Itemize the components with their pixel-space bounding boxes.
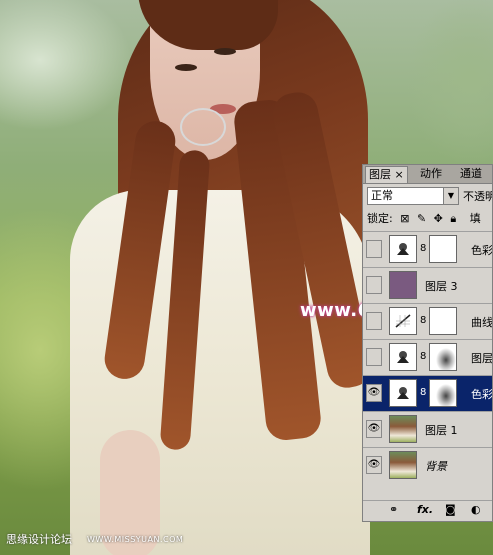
lock-label: 锁定: (367, 212, 393, 225)
layer-name: 色彩 (471, 244, 493, 257)
eye-icon[interactable]: 👁︎ (366, 456, 382, 474)
panel-tabs: 图层 × 动作 通道 (363, 165, 492, 184)
eye-icon[interactable]: 👁︎ (366, 420, 382, 438)
fx-icon[interactable]: fx. (417, 503, 433, 516)
layer-row[interactable]: 👁︎ 图层 1 (363, 411, 492, 447)
photo-thumbnail (389, 451, 417, 479)
layer-row[interactable]: 8 色彩 (363, 231, 493, 267)
adjustment-icon (397, 243, 409, 255)
blend-mode-select[interactable]: 正常 ▼ (367, 187, 459, 205)
layer-name: 色彩 (471, 388, 493, 401)
layer-row[interactable]: 8 曲线 (363, 303, 493, 339)
left-eye (175, 64, 197, 71)
right-eye (214, 48, 236, 55)
layer-row[interactable]: 8 图层 (363, 339, 493, 375)
photo-thumbnail (389, 415, 417, 443)
opacity-label: 不透明 (463, 190, 493, 203)
lock-all-icon[interactable]: 🔒︎ (450, 212, 456, 226)
footer-site-name: 思缘设计论坛 (6, 533, 72, 546)
layer-name: 曲线 (471, 316, 493, 329)
lock-move-icon[interactable]: ✥ (434, 212, 443, 225)
chevron-down-icon[interactable]: ▼ (443, 188, 458, 204)
hoop-earring (180, 108, 226, 146)
tab-layers-label: 图层 (369, 168, 391, 181)
curves-icon (395, 314, 411, 328)
layer-mask-thumbnail[interactable] (429, 235, 457, 263)
layer-name: 图层 3 (425, 280, 458, 293)
adjustment-thumbnail (389, 379, 417, 407)
visibility-toggle[interactable] (366, 348, 382, 366)
layer-mask-thumbnail[interactable] (429, 307, 457, 335)
blend-mode-value: 正常 (371, 189, 393, 202)
layer-name: 图层 1 (425, 424, 458, 437)
mask-icon[interactable]: ◙ (445, 503, 456, 516)
adjustment-thumbnail (389, 343, 417, 371)
link-icon[interactable]: ⚭ (389, 503, 398, 516)
adjustment-icon (397, 387, 409, 399)
chain-link-icon[interactable]: 8 (420, 243, 426, 254)
adjustment-icon (397, 351, 409, 363)
footer-url: WWW.MISSYUAN.COM (87, 535, 184, 544)
fill-label: 填 (469, 212, 481, 225)
chain-link-icon[interactable]: 8 (420, 387, 426, 398)
layer-row[interactable]: 👁︎ 背景 (363, 447, 492, 483)
tab-channels[interactable]: 通道 (457, 166, 485, 182)
lock-transparent-icon[interactable]: ⊠ (400, 212, 409, 225)
curves-thumbnail (389, 307, 417, 335)
layers-panel: 图层 × 动作 通道 正常 ▼ 不透明 锁定: ⊠ ✎ ✥ 🔒︎ 填 8 色彩 (362, 164, 493, 522)
lock-brush-icon[interactable]: ✎ (417, 212, 426, 225)
chain-link-icon[interactable]: 8 (420, 315, 426, 326)
visibility-toggle[interactable] (366, 312, 382, 330)
close-icon[interactable]: × (395, 168, 404, 181)
visibility-toggle[interactable] (366, 276, 382, 294)
fill-thumbnail (389, 271, 417, 299)
chain-link-icon[interactable]: 8 (420, 351, 426, 362)
layer-row-selected[interactable]: 👁︎ 8 色彩 (363, 375, 493, 411)
visibility-toggle[interactable] (366, 240, 382, 258)
layer-name: 图层 (471, 352, 493, 365)
eye-icon[interactable]: 👁︎ (366, 384, 382, 402)
layer-name: 背景 (425, 460, 447, 473)
layer-mask-thumbnail[interactable] (429, 379, 457, 407)
tab-layers[interactable]: 图层 × (365, 166, 408, 183)
tab-actions[interactable]: 动作 (417, 166, 445, 182)
layer-mask-thumbnail[interactable] (429, 343, 457, 371)
adjustment-thumbnail (389, 235, 417, 263)
panel-bottom-bar: ⚭ fx. ◙ ◐ (363, 500, 492, 521)
layer-row[interactable]: 图层 3 (363, 267, 492, 303)
adjustment-icon[interactable]: ◐ (471, 503, 481, 516)
